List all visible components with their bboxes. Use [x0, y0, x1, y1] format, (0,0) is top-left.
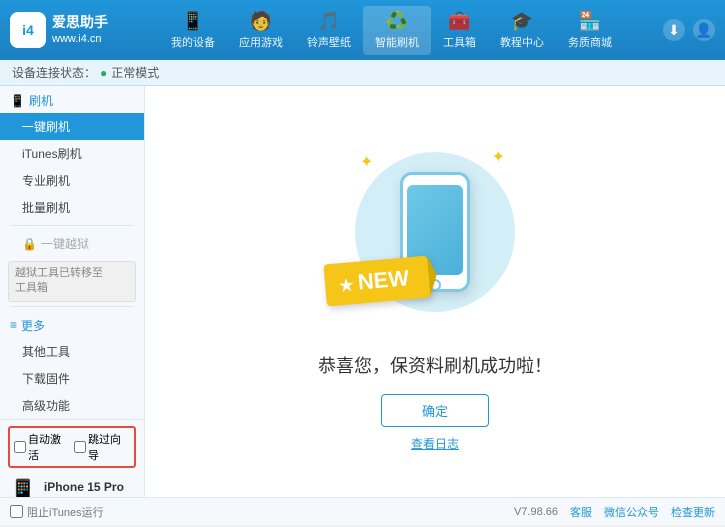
footer-bar: 阻止iTunes运行 V7.98.66 客服 微信公众号 检查更新: [0, 497, 725, 525]
device-details: iPhone 15 Pro Max 512GB iPhone: [44, 478, 136, 497]
nav-service[interactable]: 🏪 务质商城: [556, 6, 624, 55]
device-panel: 自动激活 跳过向导 📱 iPhone 15 Pro Max 512GB iPho…: [0, 419, 144, 497]
sidebar: 📱 刷机 一键刷机 iTunes刷机 专业刷机 批量刷机 🔒 一键越狱 越狱工具…: [0, 86, 145, 497]
status-bar: 设备连接状态： ● 正常模式: [0, 60, 725, 86]
sidebar-item-pro-flash[interactable]: 专业刷机: [0, 167, 144, 194]
itunes-check-text: 阻止iTunes运行: [27, 504, 104, 520]
nav-toolbox[interactable]: 🧰 工具箱: [431, 6, 488, 55]
header-right: ⬇ 👤: [663, 19, 715, 41]
sidebar-section-more: ≡ 更多: [0, 311, 144, 338]
tutorial-icon: 🎓: [511, 11, 533, 32]
itunes-check-label[interactable]: 阻止iTunes运行: [10, 504, 104, 520]
main-content: ✦ ✦ NEW 恭喜您，保资料刷机成功啦！ 确定 查看日志: [145, 86, 725, 497]
footer-link-service[interactable]: 客服: [570, 504, 592, 520]
logo-icon-text: i4: [22, 22, 34, 38]
phone-illustration: ✦ ✦ NEW: [335, 132, 535, 332]
app-header: i4 爱思助手 www.i4.cn 📱 我的设备 🧑 应用游戏 🎵 铃声壁纸 ♻…: [0, 0, 725, 60]
my-device-icon: 📱: [182, 11, 204, 32]
more-section-icon: ≡: [10, 318, 17, 332]
device-info: 📱 iPhone 15 Pro Max 512GB iPhone: [8, 474, 136, 497]
footer-right: V7.98.66 客服 微信公众号 检查更新: [514, 504, 715, 520]
nav-my-device[interactable]: 📱 我的设备: [159, 6, 227, 55]
disabled-label: 一键越狱: [41, 235, 89, 252]
status-prefix: 设备连接状态：: [12, 64, 96, 81]
smart-flash-icon: ♻️: [386, 11, 408, 32]
ringtones-icon: 🎵: [318, 11, 340, 32]
batch-flash-label: 批量刷机: [22, 201, 70, 215]
main-layout: 📱 刷机 一键刷机 iTunes刷机 专业刷机 批量刷机 🔒 一键越狱 越狱工具…: [0, 86, 725, 497]
sidebar-item-batch-flash[interactable]: 批量刷机: [0, 194, 144, 221]
pro-flash-label: 专业刷机: [22, 174, 70, 188]
confirm-button[interactable]: 确定: [381, 394, 489, 427]
device-name: iPhone 15 Pro Max: [44, 478, 136, 497]
footer-left: 阻止iTunes运行: [10, 504, 104, 520]
nav-smart-flash-label: 智能刷机: [375, 34, 419, 50]
footer-link-update[interactable]: 检查更新: [671, 504, 715, 520]
status-dot: ●: [100, 66, 107, 80]
auto-activate-input[interactable]: [14, 441, 26, 453]
sidebar-item-advanced[interactable]: 高级功能: [0, 392, 144, 419]
sidebar-item-other-tools[interactable]: 其他工具: [0, 338, 144, 365]
sidebar-section-flash: 📱 刷机: [0, 86, 144, 113]
sidebar-item-jailbreak-disabled: 🔒 一键越狱: [0, 230, 144, 257]
onekey-flash-label: 一键刷机: [22, 120, 70, 134]
flash-section-label: 刷机: [29, 92, 53, 109]
new-ribbon: NEW: [323, 255, 430, 306]
nav-apps-games-label: 应用游戏: [239, 34, 283, 50]
status-text: 正常模式: [111, 64, 159, 81]
auto-guide-checkbox[interactable]: 跳过向导: [74, 431, 130, 463]
logo-icon: i4: [10, 12, 46, 48]
nav-tutorial-label: 教程中心: [500, 34, 544, 50]
download-fw-label: 下载固件: [22, 372, 70, 386]
logo-name: 爱思助手: [52, 13, 108, 33]
logo-url: www.i4.cn: [52, 32, 108, 47]
version-text: V7.98.66: [514, 506, 558, 518]
user-btn[interactable]: 👤: [693, 19, 715, 41]
nav-service-label: 务质商城: [568, 34, 612, 50]
view-log-link[interactable]: 查看日志: [411, 435, 459, 452]
success-message: 恭喜您，保资料刷机成功啦！: [318, 352, 552, 378]
itunes-flash-label: iTunes刷机: [22, 147, 82, 161]
more-section-label: 更多: [21, 317, 45, 334]
other-tools-label: 其他工具: [22, 345, 70, 359]
auto-guide-input[interactable]: [74, 441, 86, 453]
sidebar-item-onekey-flash[interactable]: 一键刷机: [0, 113, 144, 140]
nav-my-device-label: 我的设备: [171, 34, 215, 50]
auto-activate-checkbox[interactable]: 自动激活: [14, 431, 70, 463]
sidebar-divider-2: [10, 306, 134, 307]
nav-ringtones[interactable]: 🎵 铃声壁纸: [295, 6, 363, 55]
itunes-check-input[interactable]: [10, 505, 23, 518]
device-phone-icon: 📱: [8, 478, 38, 497]
new-badge-text: NEW: [357, 265, 410, 294]
disabled-note: 越狱工具已转移至工具箱: [8, 261, 136, 302]
advanced-label: 高级功能: [22, 399, 70, 413]
sidebar-divider-1: [10, 225, 134, 226]
logo-area: i4 爱思助手 www.i4.cn: [10, 12, 120, 48]
toolbox-icon: 🧰: [448, 11, 470, 32]
sparkle-top-right: ✦: [492, 147, 505, 167]
logo-text: 爱思助手 www.i4.cn: [52, 13, 108, 48]
nav-smart-flash[interactable]: ♻️ 智能刷机: [363, 6, 431, 55]
lock-icon: 🔒: [22, 237, 37, 251]
auto-actions-row: 自动激活 跳过向导: [8, 426, 136, 468]
service-icon: 🏪: [579, 11, 601, 32]
nav-tutorial[interactable]: 🎓 教程中心: [488, 6, 556, 55]
footer-link-wechat[interactable]: 微信公众号: [604, 504, 659, 520]
nav-toolbox-label: 工具箱: [443, 34, 476, 50]
nav-ringtones-label: 铃声壁纸: [307, 34, 351, 50]
download-btn[interactable]: ⬇: [663, 19, 685, 41]
apps-games-icon: 🧑: [250, 11, 272, 32]
sparkle-top-left: ✦: [360, 152, 373, 172]
sidebar-item-download-fw[interactable]: 下载固件: [0, 365, 144, 392]
nav-apps-games[interactable]: 🧑 应用游戏: [227, 6, 295, 55]
flash-section-icon: 📱: [10, 94, 25, 108]
auto-guide-label: 跳过向导: [88, 431, 130, 463]
auto-activate-label: 自动激活: [28, 431, 70, 463]
nav-bar: 📱 我的设备 🧑 应用游戏 🎵 铃声壁纸 ♻️ 智能刷机 🧰 工具箱 🎓 教程中…: [120, 6, 663, 55]
sidebar-item-itunes-flash[interactable]: iTunes刷机: [0, 140, 144, 167]
